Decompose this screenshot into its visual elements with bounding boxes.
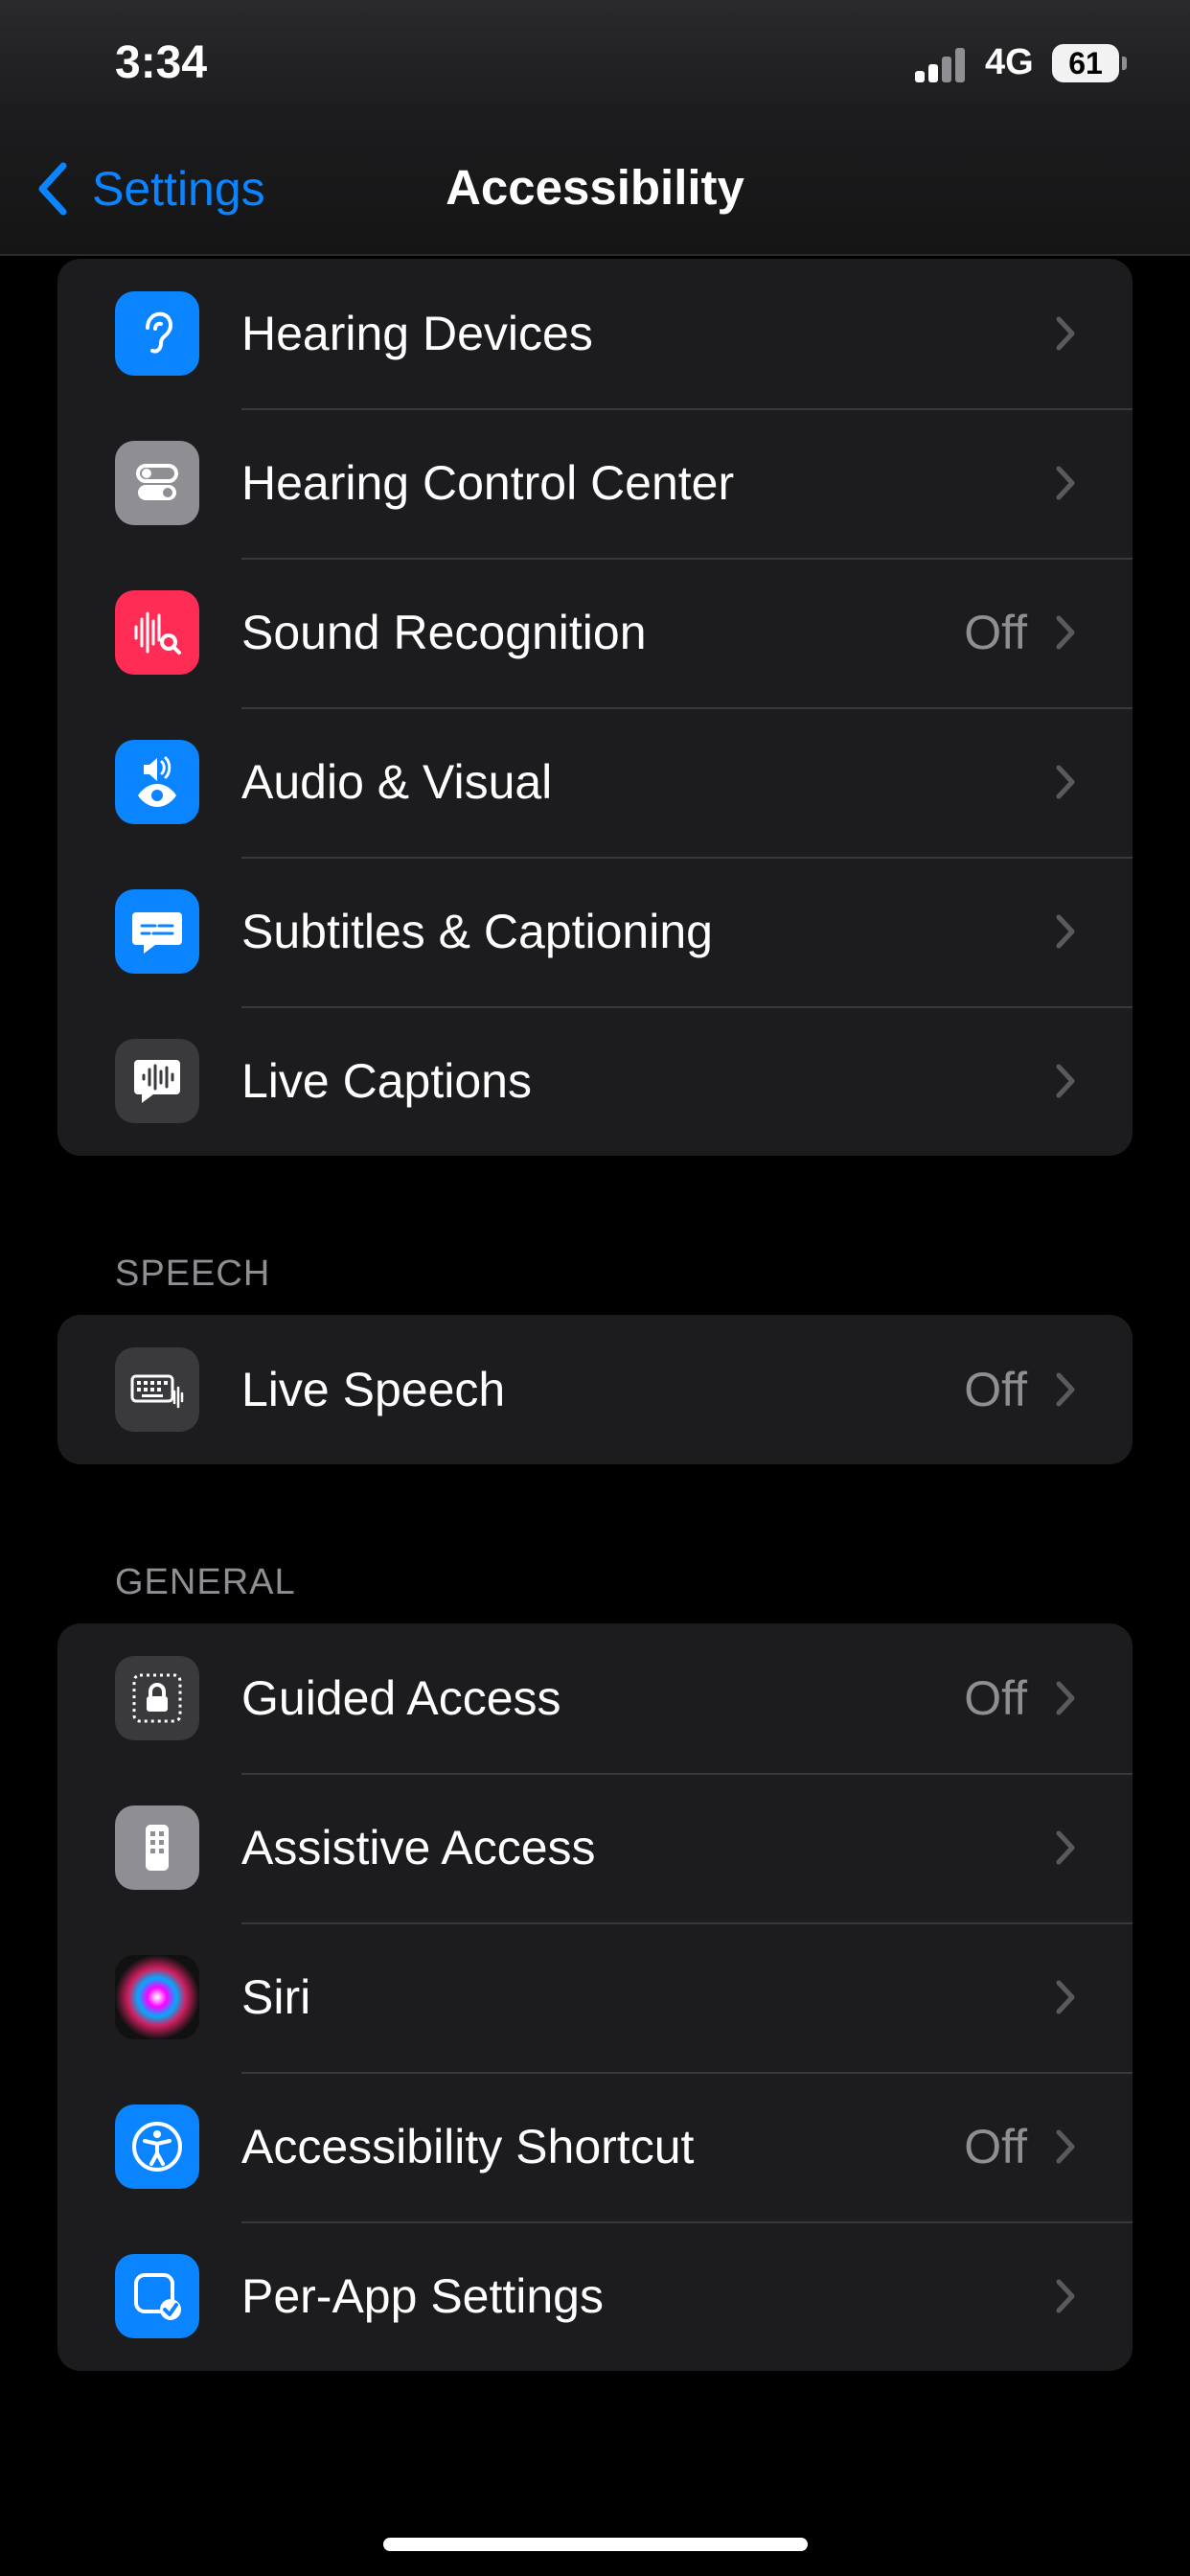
row-label: Guided Access: [241, 1671, 561, 1725]
phone-grid-icon: [115, 1806, 199, 1890]
row-value: Off: [964, 2120, 1027, 2174]
row-guided-access[interactable]: Guided Access Off: [57, 1623, 1133, 1773]
row-label: Hearing Devices: [241, 307, 593, 360]
chevron-right-icon: [1056, 2279, 1075, 2313]
row-per-app-settings[interactable]: Per-App Settings: [57, 2221, 1133, 2371]
chevron-right-icon: [1056, 2129, 1075, 2164]
chevron-right-icon: [1056, 316, 1075, 351]
row-label: Subtitles & Captioning: [241, 905, 713, 958]
section-header-speech: SPEECH: [115, 1254, 271, 1294]
row-label: Hearing Control Center: [241, 456, 735, 510]
row-assistive-access[interactable]: Assistive Access: [57, 1773, 1133, 1922]
chevron-right-icon: [1056, 765, 1075, 799]
keyboard-waveform-icon: [115, 1347, 199, 1432]
row-siri[interactable]: Siri: [57, 1922, 1133, 2072]
navigation-bar: 3:34 4G 61 Settings Accessibility: [0, 0, 1190, 256]
row-live-speech[interactable]: Live Speech Off: [57, 1315, 1133, 1464]
row-hearing-control-center[interactable]: Hearing Control Center: [57, 408, 1133, 558]
speaker-eye-icon: [115, 740, 199, 824]
row-sound-recognition[interactable]: Sound Recognition Off: [57, 558, 1133, 707]
row-value: Off: [964, 1363, 1027, 1416]
toggles-icon: [115, 441, 199, 525]
row-label: Live Speech: [241, 1363, 506, 1416]
hearing-group: Hearing Devices Hearing Control Center S…: [57, 259, 1133, 1156]
battery-tip: [1122, 57, 1127, 70]
network-type: 4G: [985, 42, 1034, 82]
chevron-right-icon: [1056, 1064, 1075, 1098]
ear-icon: [115, 291, 199, 376]
caption-bubble-icon: [115, 889, 199, 974]
chevron-right-icon: [1056, 466, 1075, 500]
row-label: Audio & Visual: [241, 755, 553, 809]
page-title: Accessibility: [446, 160, 744, 215]
status-time: 3:34: [115, 37, 208, 88]
row-audio-visual[interactable]: Audio & Visual: [57, 707, 1133, 857]
waveform-search-icon: [115, 590, 199, 675]
accessibility-icon: [115, 2104, 199, 2189]
chevron-right-icon: [1056, 1830, 1075, 1865]
speech-group: Live Speech Off: [57, 1315, 1133, 1464]
section-header-general: GENERAL: [115, 1562, 296, 1602]
row-label: Per-App Settings: [241, 2269, 604, 2323]
row-accessibility-shortcut[interactable]: Accessibility Shortcut Off: [57, 2072, 1133, 2221]
row-subtitles-captioning[interactable]: Subtitles & Captioning: [57, 857, 1133, 1006]
row-label: Accessibility Shortcut: [241, 2120, 695, 2174]
chevron-right-icon: [1056, 615, 1075, 650]
waveform-bubble-icon: [115, 1039, 199, 1123]
chevron-right-icon: [1056, 914, 1075, 949]
row-label: Sound Recognition: [241, 606, 647, 659]
app-check-icon: [115, 2254, 199, 2338]
row-label: Live Captions: [241, 1054, 532, 1108]
cellular-signal-icon: [915, 48, 971, 82]
siri-icon: [115, 1955, 199, 2039]
row-label: Assistive Access: [241, 1821, 596, 1874]
battery-icon: 61: [1052, 44, 1119, 82]
row-label: Siri: [241, 1970, 311, 2024]
row-value: Off: [964, 1671, 1027, 1725]
lock-dotted-icon: [115, 1656, 199, 1740]
general-group: Guided Access Off Assistive Access Siri …: [57, 1623, 1133, 2371]
home-indicator[interactable]: [383, 2538, 808, 2551]
row-value: Off: [964, 606, 1027, 659]
chevron-right-icon: [1056, 1681, 1075, 1715]
row-live-captions[interactable]: Live Captions: [57, 1006, 1133, 1156]
chevron-right-icon: [1056, 1372, 1075, 1407]
row-hearing-devices[interactable]: Hearing Devices: [57, 259, 1133, 408]
chevron-right-icon: [1056, 1980, 1075, 2014]
